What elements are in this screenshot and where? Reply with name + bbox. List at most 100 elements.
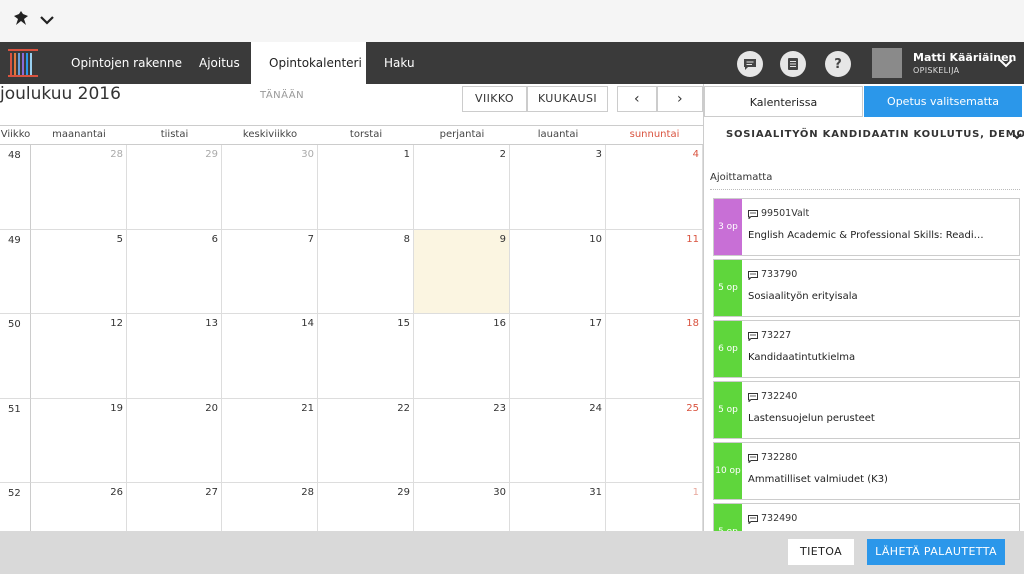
day-number: 11 bbox=[686, 233, 699, 245]
day-cell[interactable]: 8 bbox=[318, 229, 414, 314]
user-menu-chevron-icon[interactable] bbox=[998, 55, 1014, 71]
tab-opetus-valitsematta[interactable]: Opetus valitsematta bbox=[864, 86, 1022, 117]
course-card[interactable]: 6 op 73227 Kandidaatintutkielma bbox=[713, 320, 1020, 378]
week-number: 52 bbox=[8, 488, 21, 499]
day-cell[interactable]: 14 bbox=[222, 314, 318, 399]
weekday-header: keskiviikko bbox=[222, 125, 318, 145]
day-cell[interactable]: 3 bbox=[510, 145, 606, 230]
day-cell[interactable]: 21 bbox=[222, 398, 318, 483]
day-cell[interactable]: 2 bbox=[414, 145, 510, 230]
day-cell[interactable]: 1 bbox=[318, 145, 414, 230]
today-button[interactable]: TÄNÄÄN bbox=[260, 90, 304, 101]
next-month-button[interactable]: › bbox=[657, 86, 703, 112]
chat-icon[interactable] bbox=[737, 51, 763, 77]
tab-opintokalenteri[interactable]: Opintokalenteri bbox=[251, 42, 366, 84]
credits-badge: 10 op bbox=[714, 443, 742, 499]
tab-kalenterissa[interactable]: Kalenterissa bbox=[704, 86, 863, 117]
day-cell[interactable]: 22 bbox=[318, 398, 414, 483]
day-number: 29 bbox=[205, 149, 218, 160]
day-number: 1 bbox=[403, 149, 410, 160]
week-number-cell: 50 bbox=[0, 314, 31, 399]
weekday-header: lauantai bbox=[510, 125, 606, 145]
course-name: Kandidaatintutkielma bbox=[748, 352, 856, 363]
day-cell[interactable]: 4 bbox=[606, 145, 703, 230]
week-number: 49 bbox=[8, 234, 21, 246]
day-number: 7 bbox=[307, 233, 314, 245]
day-number: 26 bbox=[110, 487, 123, 498]
day-number: 18 bbox=[686, 318, 699, 329]
help-icon[interactable]: ? bbox=[825, 51, 851, 77]
course-card[interactable]: 5 op 732240 Lastensuojelun perusteet bbox=[713, 381, 1020, 439]
tab-ajoitus[interactable]: Ajoitus bbox=[181, 42, 258, 84]
weekday-header: torstai bbox=[318, 125, 414, 145]
credits-badge: 5 op bbox=[714, 260, 742, 316]
tab-haku[interactable]: Haku bbox=[366, 42, 433, 84]
week-number-cell: 51 bbox=[0, 398, 31, 483]
day-cell[interactable]: 10 bbox=[510, 229, 606, 314]
day-number: 24 bbox=[589, 402, 602, 414]
week-number: 48 bbox=[8, 150, 21, 161]
day-cell[interactable]: 25 bbox=[606, 398, 703, 483]
day-cell[interactable]: 24 bbox=[510, 398, 606, 483]
month-title: joulukuu 2016 bbox=[0, 84, 121, 104]
week-number-cell: 48 bbox=[0, 145, 31, 230]
day-cell[interactable]: 18 bbox=[606, 314, 703, 399]
day-number: 19 bbox=[110, 402, 123, 414]
tab-opintojen-rakenne[interactable]: Opintojen rakenne bbox=[53, 42, 200, 84]
day-cell[interactable]: 5 bbox=[31, 229, 127, 314]
day-number: 8 bbox=[403, 233, 410, 245]
day-cell[interactable]: 20 bbox=[127, 398, 222, 483]
credits-badge: 6 op bbox=[714, 321, 742, 377]
course-card[interactable]: 5 op 733790 Sosiaalityön erityisala bbox=[713, 259, 1020, 317]
day-number: 13 bbox=[205, 318, 218, 329]
divider bbox=[710, 189, 1020, 190]
user-role: OPISKELIJA bbox=[913, 66, 960, 75]
day-cell[interactable]: 19 bbox=[31, 398, 127, 483]
day-cell[interactable]: 15 bbox=[318, 314, 414, 399]
day-cell[interactable]: 23 bbox=[414, 398, 510, 483]
footer-bar: TIETOA LÄHETÄ PALAUTETTA bbox=[0, 531, 1024, 574]
course-note-icon bbox=[748, 454, 758, 463]
avatar[interactable] bbox=[872, 48, 902, 78]
day-number: 20 bbox=[205, 402, 218, 414]
week-number-cell: 49 bbox=[0, 229, 31, 314]
chevron-down-icon[interactable] bbox=[1011, 130, 1023, 142]
day-number: 31 bbox=[589, 487, 602, 498]
course-card[interactable]: 10 op 732280 Ammatilliset valmiudet (K3) bbox=[713, 442, 1020, 500]
weekday-header: tiistai bbox=[127, 125, 222, 145]
day-cell[interactable]: 29 bbox=[127, 145, 222, 230]
day-number: 30 bbox=[301, 149, 314, 160]
document-icon[interactable] bbox=[780, 51, 806, 77]
university-logo-icon[interactable] bbox=[12, 10, 30, 28]
course-code: 732280 bbox=[761, 452, 798, 463]
day-cell[interactable]: 12 bbox=[31, 314, 127, 399]
day-cell[interactable]: 17 bbox=[510, 314, 606, 399]
view-month-button[interactable]: KUUKAUSI bbox=[527, 86, 608, 112]
course-code: 73227 bbox=[761, 330, 792, 341]
send-feedback-button[interactable]: LÄHETÄ PALAUTETTA bbox=[867, 539, 1005, 565]
view-week-button[interactable]: VIIKKO bbox=[462, 86, 527, 112]
course-card[interactable]: 3 op 99501Valt English Academic & Professi… bbox=[713, 198, 1020, 256]
app-logo-icon[interactable] bbox=[8, 49, 38, 77]
top-strip bbox=[0, 0, 1024, 42]
day-cell[interactable]: 7 bbox=[222, 229, 318, 314]
program-selector[interactable]: SOSIAALITYÖN KANDIDAATIN KOULUTUS, DEMO … bbox=[726, 129, 1024, 140]
day-cell[interactable]: 30 bbox=[222, 145, 318, 230]
day-number: 23 bbox=[493, 402, 506, 414]
day-number: 14 bbox=[301, 318, 314, 329]
course-note-icon bbox=[748, 271, 758, 280]
day-number: 30 bbox=[493, 487, 506, 498]
course-note-icon bbox=[748, 210, 758, 219]
day-cell[interactable]: 28 bbox=[31, 145, 127, 230]
prev-month-button[interactable]: ‹ bbox=[617, 86, 657, 112]
day-cell[interactable]: 16 bbox=[414, 314, 510, 399]
day-number: 9 bbox=[499, 233, 506, 245]
day-number: 5 bbox=[116, 233, 123, 245]
day-cell-today[interactable]: 9 bbox=[414, 229, 510, 314]
chevron-down-icon[interactable] bbox=[38, 11, 56, 29]
day-cell[interactable]: 6 bbox=[127, 229, 222, 314]
info-button[interactable]: TIETOA bbox=[788, 539, 854, 565]
course-name: English Academic & Professional Skills: … bbox=[748, 230, 988, 241]
day-cell[interactable]: 13 bbox=[127, 314, 222, 399]
day-cell[interactable]: 11 bbox=[606, 229, 703, 314]
